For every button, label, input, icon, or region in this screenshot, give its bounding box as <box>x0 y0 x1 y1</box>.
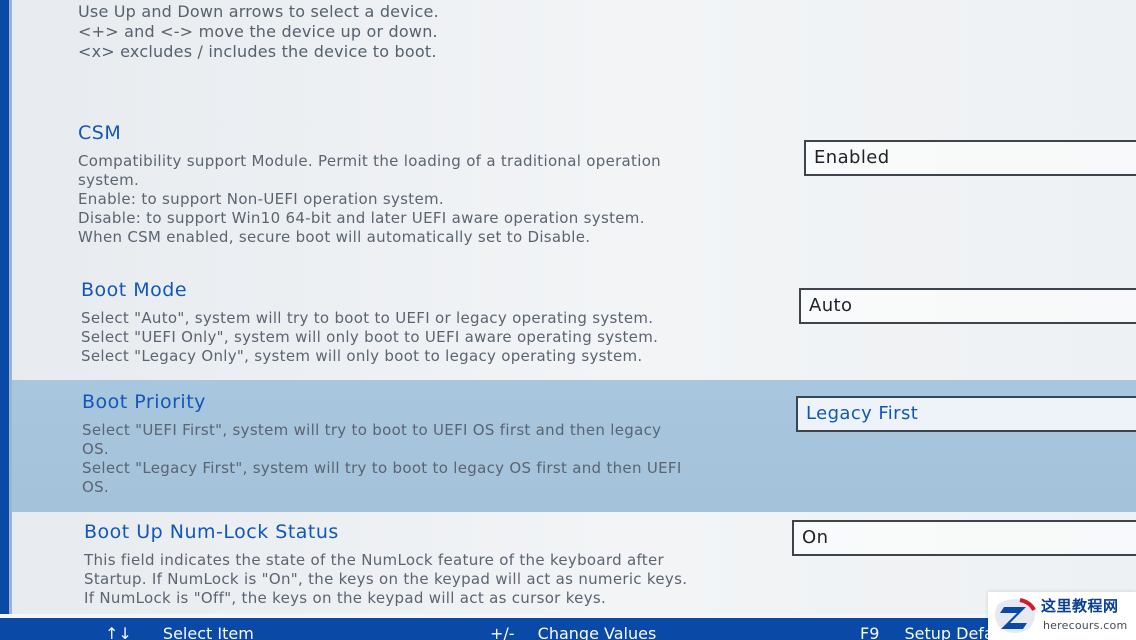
help-line: Use Up and Down arrows to select a devic… <box>78 2 439 21</box>
description-line: OS. <box>82 478 109 496</box>
footer-select-item: ↑↓ Select Item <box>105 624 254 640</box>
description-line: Enable: to support Non-UEFI operation sy… <box>78 190 444 208</box>
help-line: <x> excludes / includes the device to bo… <box>78 42 437 61</box>
help-line: <+> and <-> move the device up or down. <box>78 22 438 41</box>
description-line: Compatibility support Module. Permit the… <box>78 152 661 170</box>
setting-description-boot-priority: Select "UEFI First", system will try to … <box>82 421 682 497</box>
watermark-title: 这里教程网 <box>1041 597 1119 615</box>
setting-num-lock-status[interactable]: Boot Up Num-Lock Status This field indic… <box>84 520 687 608</box>
watermark-logo: Z 这里教程网 herecours.com <box>988 592 1136 640</box>
description-line: OS. <box>82 440 109 458</box>
setting-description-csm: Compatibility support Module. Permit the… <box>78 152 661 247</box>
description-line: Select "UEFI Only", system will only boo… <box>81 328 659 346</box>
description-line: Startup. If NumLock is "On", the keys on… <box>84 570 688 588</box>
footer-setup-defaults: F9 Setup Defau <box>860 624 1004 640</box>
description-line: When CSM enabled, secure boot will autom… <box>78 228 591 246</box>
description-line: Select "Auto", system will try to boot t… <box>81 309 654 327</box>
description-line: Disable: to support Win10 64-bit and lat… <box>78 209 645 227</box>
description-line: Select "UEFI First", system will try to … <box>82 421 662 439</box>
footer-change-values-label: Change Values <box>537 624 657 640</box>
setting-title-num-lock-status: Boot Up Num-Lock Status <box>84 521 339 543</box>
setting-csm[interactable]: CSM Compatibility support Module. Permit… <box>78 121 661 247</box>
description-line: Select "Legacy First", system will try t… <box>82 459 682 477</box>
description-line: This field indicates the state of the Nu… <box>84 551 664 569</box>
setting-description-boot-mode: Select "Auto", system will try to boot t… <box>81 309 658 366</box>
left-blue-rail <box>0 0 12 640</box>
setting-description-num-lock-status: This field indicates the state of the Nu… <box>84 551 687 608</box>
num-lock-value-select[interactable]: On <box>792 520 1136 556</box>
setting-title-boot-priority: Boot Priority <box>82 391 206 413</box>
watermark-site: herecours.com <box>1043 619 1128 632</box>
description-line: If NumLock is "Off", the keys on the key… <box>84 589 607 607</box>
csm-value-select[interactable]: Enabled <box>804 140 1136 176</box>
boot-priority-value-select[interactable]: Legacy First <box>796 396 1136 432</box>
bios-key-legend-footer: ↑↓ Select Item +/- Change Values F9 Setu… <box>0 614 1136 640</box>
footer-change-values: +/- Change Values <box>490 624 656 640</box>
description-line: Select "Legacy Only", system will only b… <box>81 347 643 365</box>
setting-title-boot-mode: Boot Mode <box>81 279 188 301</box>
boot-mode-value-select[interactable]: Auto <box>799 288 1136 324</box>
description-line: system. <box>78 171 140 189</box>
setting-boot-priority[interactable]: Boot Priority Select "UEFI First", syste… <box>82 390 682 497</box>
watermark-z-icon: Z <box>994 598 1036 633</box>
svg-text:Z: Z <box>1010 610 1020 626</box>
footer-select-item-label: Select Item <box>162 624 254 640</box>
plus-minus-key-icon: +/- <box>490 624 515 640</box>
up-down-arrow-key-icon: ↑↓ <box>105 624 132 640</box>
f9-key-label: F9 <box>860 624 880 640</box>
setting-title-csm: CSM <box>78 122 122 144</box>
setting-boot-mode[interactable]: Boot Mode Select "Auto", system will try… <box>81 278 658 366</box>
boot-order-help-text: Use Up and Down arrows to select a devic… <box>78 2 439 62</box>
bios-boot-settings-screen: Use Up and Down arrows to select a devic… <box>0 0 1136 640</box>
